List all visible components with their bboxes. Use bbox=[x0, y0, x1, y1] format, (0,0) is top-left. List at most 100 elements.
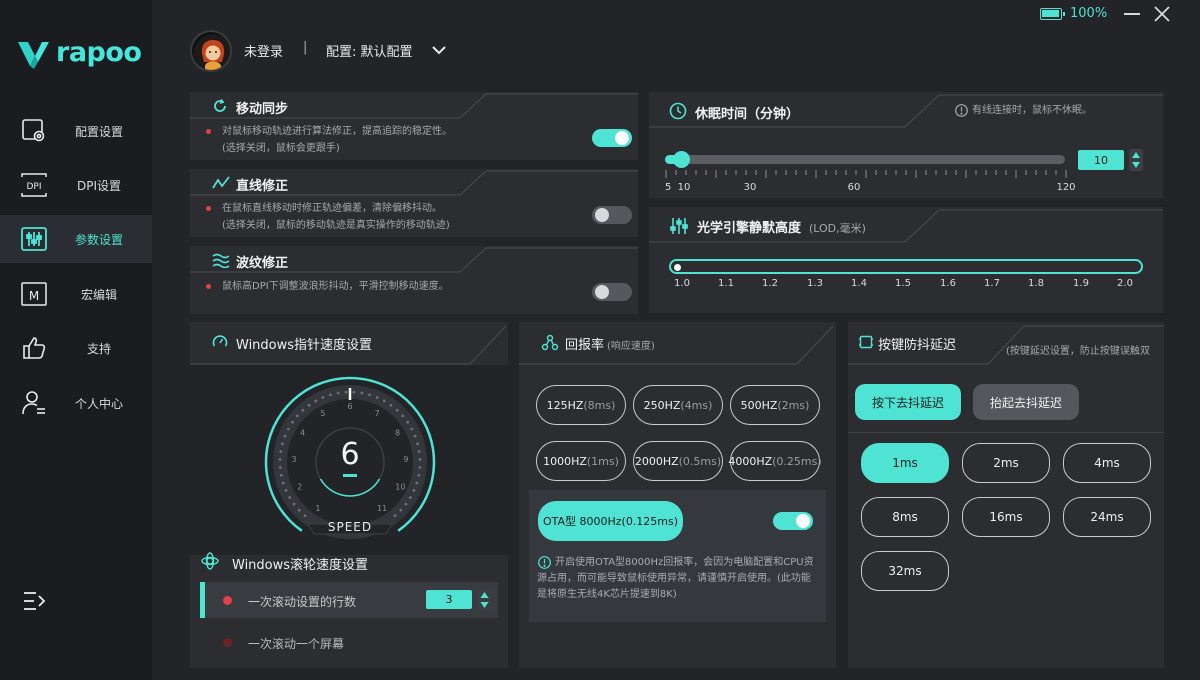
debounce-8ms-button[interactable]: 8ms bbox=[861, 497, 949, 537]
svg-text:8: 8 bbox=[395, 428, 400, 437]
angle-snap-panel: 直线修正 在鼠标直线移动时修正轨迹偏差，清除偏移抖动。 (选择关闭，鼠标的移动轨… bbox=[190, 169, 638, 237]
sidebar-item-label: 宏编辑 bbox=[80, 287, 117, 302]
debounce-panel: 按键防抖延迟 (按键延迟设置，防止按键误触双 按下去抖延迟 抬起去抖延迟 1ms… bbox=[848, 322, 1164, 668]
profile-selector[interactable]: 配置: 默认配置 bbox=[326, 41, 413, 60]
ota-toggle[interactable] bbox=[773, 512, 813, 530]
motion-sync-title: 移动同步 bbox=[236, 102, 289, 117]
rate-250hz-button[interactable]: 250HZ (4ms) bbox=[633, 385, 723, 425]
angle-snap-toggle[interactable] bbox=[592, 206, 632, 224]
rate-1000hz-button[interactable]: 1000HZ (1ms) bbox=[536, 441, 626, 481]
lod-tick-label: 1.8 bbox=[1028, 278, 1044, 289]
sleep-tick-label: 5 bbox=[665, 182, 672, 193]
rate-125hz-button[interactable]: 125HZ (8ms) bbox=[536, 385, 626, 425]
polling-rate-panel: 回报率 (响应速度) 125HZ (8ms) 250HZ (4ms) 500HZ (2… bbox=[519, 322, 836, 668]
lod-tick-label: 1.0 bbox=[674, 278, 690, 289]
debounce-32ms-button[interactable]: 32ms bbox=[861, 551, 949, 591]
header-separator: | bbox=[303, 40, 308, 55]
svg-text:M: M bbox=[29, 289, 39, 303]
pointer-speed-panel: Windows指针速度设置 1 2 3 4 5 6 7 8 9 10 11 6 SPEED Wind… bbox=[190, 322, 508, 668]
debounce-title: 按键防抖延迟 bbox=[878, 338, 957, 353]
tab-release-debounce[interactable]: 抬起去抖延迟 bbox=[973, 384, 1079, 420]
lod-tick-label: 2.0 bbox=[1117, 278, 1133, 289]
info-icon bbox=[955, 104, 968, 117]
sidebar-item-macro[interactable]: M 宏编辑 bbox=[0, 270, 152, 318]
tab-press-debounce[interactable]: 按下去抖延迟 bbox=[855, 384, 961, 420]
ripple-panel: 波纹修正 鼠标高DPI下调整波浪形抖动，平滑控制移动速度。 bbox=[190, 246, 638, 314]
svg-text:9: 9 bbox=[403, 455, 408, 464]
lod-tick-label: 1.9 bbox=[1073, 278, 1089, 289]
sleep-tick-label: 10 bbox=[677, 182, 691, 193]
speed-label: SPEED bbox=[327, 520, 373, 534]
sidebar-item-label: 支持 bbox=[86, 341, 111, 356]
scroll-option-screen[interactable]: 一次滚动一个屏幕 bbox=[200, 624, 498, 660]
sliders-icon bbox=[669, 216, 689, 236]
sidebar-item-label: 配置设置 bbox=[74, 124, 123, 139]
sidebar-item-dpi[interactable]: DPI DPI设置 bbox=[0, 161, 152, 209]
rate-500hz-button[interactable]: 500HZ (2ms) bbox=[730, 385, 820, 425]
lod-tick-label: 1.5 bbox=[895, 278, 911, 289]
user-status[interactable]: 未登录 bbox=[244, 41, 283, 60]
bullet-dot bbox=[206, 284, 211, 289]
radio-unselected-dot bbox=[223, 638, 232, 647]
scroll-lines-stepper[interactable] bbox=[478, 589, 491, 611]
scroll-wheel-icon bbox=[200, 551, 220, 571]
user-center-icon bbox=[20, 389, 48, 417]
motion-sync-desc: 对鼠标移动轨迹进行算法修正，提高追踪的稳定性。 bbox=[222, 126, 452, 137]
debounce-16ms-button[interactable]: 16ms bbox=[962, 497, 1050, 537]
sleep-stepper[interactable] bbox=[1129, 149, 1143, 171]
debounce-1ms-button[interactable]: 1ms bbox=[861, 443, 949, 483]
sleep-value-input[interactable]: 10 bbox=[1078, 150, 1124, 170]
ripple-desc: 鼠标高DPI下调整波浪形抖动，平滑控制移动速度。 bbox=[222, 281, 449, 292]
minimize-button[interactable] bbox=[1124, 13, 1140, 15]
rate-4000hz-button[interactable]: 4000HZ (0.25ms) bbox=[728, 441, 822, 481]
rate-2000hz-button[interactable]: 2000HZ (0.5ms) bbox=[633, 441, 723, 481]
lod-tick-label: 1.7 bbox=[984, 278, 1000, 289]
svg-text:6: 6 bbox=[347, 402, 352, 411]
scroll-speed-title: Windows滚轮速度设置 bbox=[232, 558, 369, 573]
sidebar-item-label: 个人中心 bbox=[74, 396, 123, 411]
sleep-tick-label: 30 bbox=[743, 182, 757, 193]
lod-tick-label: 1.2 bbox=[762, 278, 778, 289]
motion-sync-panel: 移动同步 对鼠标移动轨迹进行算法修正，提高追踪的稳定性。 (选择关闭，鼠标会更跟… bbox=[190, 92, 638, 160]
chevron-down-icon[interactable] bbox=[432, 44, 446, 55]
debounce-4ms-button[interactable]: 4ms bbox=[1063, 443, 1151, 483]
line-correction-icon bbox=[212, 175, 230, 191]
battery-icon bbox=[1040, 8, 1065, 20]
sleep-note: 有线连接时，鼠标不休眠。 bbox=[972, 105, 1092, 116]
debounce-note: (按键延迟设置，防止按键误触双 bbox=[1006, 346, 1150, 357]
sidebar-item-label: 参数设置 bbox=[74, 232, 123, 247]
motion-sync-toggle[interactable] bbox=[592, 129, 632, 147]
svg-text:2: 2 bbox=[297, 483, 302, 492]
lod-slider-track[interactable] bbox=[669, 259, 1143, 274]
sidebar-item-support[interactable]: 支持 bbox=[0, 324, 152, 372]
ripple-title: 波纹修正 bbox=[236, 256, 289, 271]
svg-text:11: 11 bbox=[377, 504, 387, 513]
sidebar-item-parameters[interactable]: 参数设置 bbox=[0, 215, 152, 263]
lod-title: 光学引擎静默高度 bbox=[697, 221, 802, 236]
sleep-tick-label: 120 bbox=[1056, 182, 1076, 193]
sleep-title: 休眠时间（分钟） bbox=[695, 107, 800, 122]
sidebar-item-user-center[interactable]: 个人中心 bbox=[0, 379, 152, 427]
collapse-menu-icon[interactable] bbox=[22, 590, 46, 612]
debounce-24ms-button[interactable]: 24ms bbox=[1063, 497, 1151, 537]
angle-snap-desc-2: (选择关闭，鼠标的移动轨迹是真实操作的移动轨迹) bbox=[222, 220, 450, 231]
sleep-slider-track[interactable] bbox=[665, 155, 1065, 164]
ota-note: 开启使用OTA型8000Hz回报率，会因为电脑配置和CPU资源占用，而可能导致鼠… bbox=[537, 557, 814, 600]
parameters-icon bbox=[20, 225, 48, 253]
svg-text:DPI: DPI bbox=[26, 182, 41, 192]
profile-settings-icon bbox=[20, 117, 48, 145]
sleep-slider-handle[interactable] bbox=[673, 151, 690, 168]
ota-8000hz-button[interactable]: OTA型 8000Hz(0.125ms) bbox=[538, 501, 683, 541]
ripple-toggle[interactable] bbox=[592, 283, 632, 301]
scroll-option-screen-label: 一次滚动一个屏幕 bbox=[248, 637, 345, 651]
debounce-2ms-button[interactable]: 2ms bbox=[962, 443, 1050, 483]
sidebar-item-profile-settings[interactable]: 配置设置 bbox=[0, 107, 152, 155]
close-button[interactable] bbox=[1154, 6, 1170, 22]
scroll-lines-input[interactable]: 3 bbox=[426, 590, 472, 609]
rapoo-logo: rapoo bbox=[16, 37, 142, 72]
sidebar-item-label: DPI设置 bbox=[76, 178, 122, 193]
lod-tick-label: 1.6 bbox=[940, 278, 956, 289]
svg-text:10: 10 bbox=[395, 483, 405, 492]
scroll-option-lines[interactable]: 一次滚动设置的行数 3 bbox=[200, 582, 498, 618]
avatar[interactable] bbox=[190, 30, 232, 72]
